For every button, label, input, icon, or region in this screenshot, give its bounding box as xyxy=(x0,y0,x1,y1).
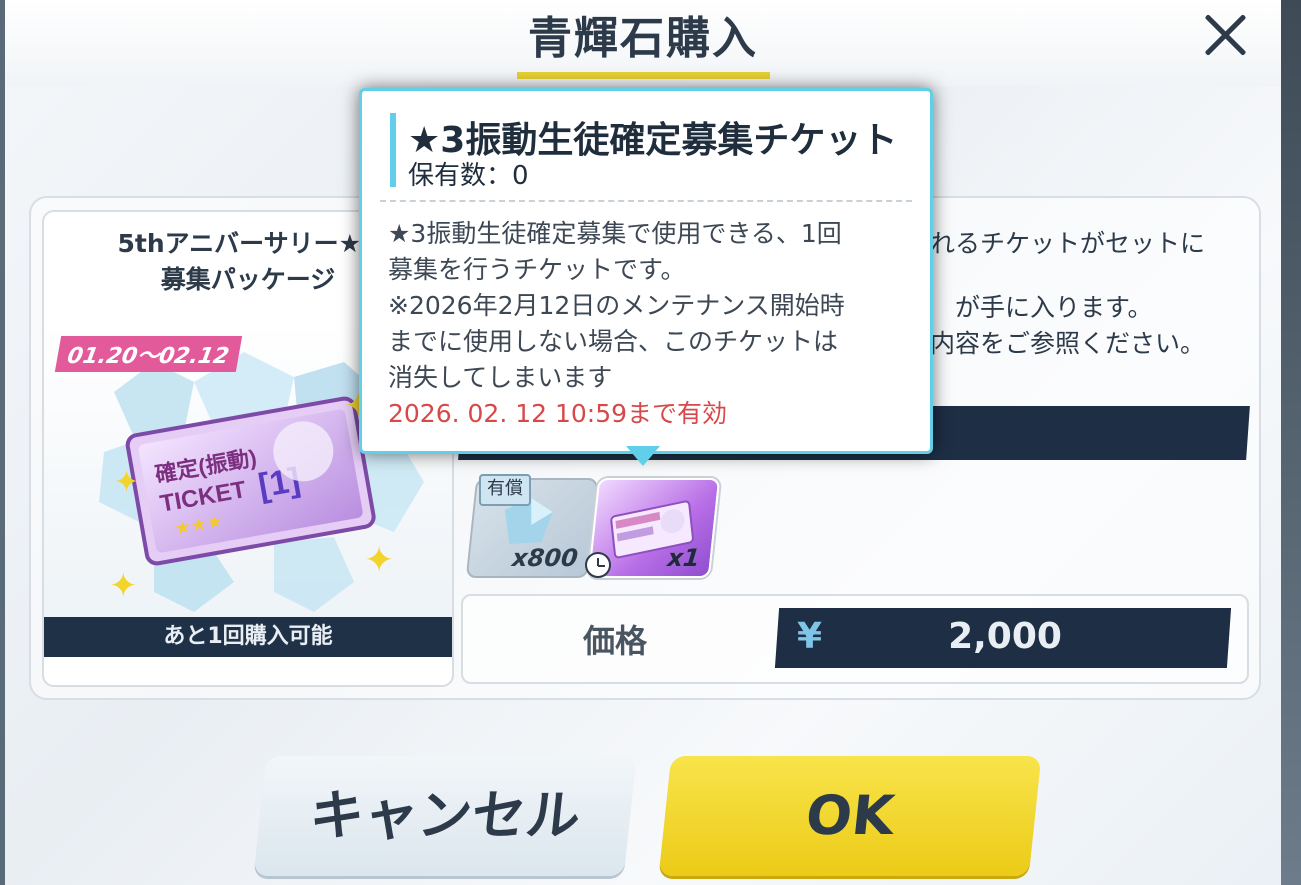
tooltip-desc-line: ★3振動生徒確定募集で使用できる、1回 xyxy=(388,219,842,248)
package-description-line1: れるチケットがセットに xyxy=(930,229,1206,258)
tooltip-desc-line: 消失してしまいます xyxy=(388,363,613,392)
package-description-line2: が手に入ります。 xyxy=(955,293,1153,322)
clock-icon xyxy=(585,552,611,578)
item-tooltip: ★3振動生徒確定募集チケット 保有数：0 ★3振動生徒確定募集で使用できる、1回… xyxy=(359,88,933,454)
package-description-line3: 内容をご参照ください。 xyxy=(930,329,1206,358)
title-bar: 青輝石購入 xyxy=(5,0,1281,86)
tooltip-owned-count: 保有数：0 xyxy=(408,161,529,191)
tooltip-arrow xyxy=(626,446,660,466)
close-icon[interactable] xyxy=(1195,6,1257,68)
price-value: 2,000 xyxy=(948,616,1062,657)
remaining-purchases: あと1回購入可能 xyxy=(44,617,452,657)
tooltip-divider xyxy=(380,200,912,202)
ok-button[interactable]: OK xyxy=(658,756,1042,876)
svg-text:✦: ✦ xyxy=(109,566,138,606)
svg-text:✦: ✦ xyxy=(114,465,139,500)
tooltip-description: ★3振動生徒確定募集で使用できる、1回 募集を行うチケットです。 ※2026年2… xyxy=(388,216,918,432)
price-label: 価格 xyxy=(583,622,648,660)
gem-quantity: x800 xyxy=(510,544,580,572)
yen-icon: ¥ xyxy=(797,616,823,657)
cancel-button[interactable]: キャンセル xyxy=(253,756,637,876)
date-range-badge: 01.20～02.12 xyxy=(54,336,243,372)
title-underline xyxy=(517,72,770,79)
svg-text:✦: ✦ xyxy=(364,540,394,581)
tooltip-desc-line: 募集を行うチケットです。 xyxy=(388,255,686,284)
tooltip-desc-line: までに使用しない場合、このチケットは xyxy=(388,327,839,356)
paid-badge: 有償 xyxy=(479,474,531,506)
tooltip-expiry: 2026. 02. 12 10:59まで有効 xyxy=(388,399,728,428)
dialog-title: 青輝石購入 xyxy=(528,13,758,64)
tooltip-accent-bar xyxy=(390,113,396,187)
ticket-quantity: x1 xyxy=(666,544,702,572)
tooltip-desc-line: ※2026年2月12日のメンテナンス開始時 xyxy=(388,291,845,320)
